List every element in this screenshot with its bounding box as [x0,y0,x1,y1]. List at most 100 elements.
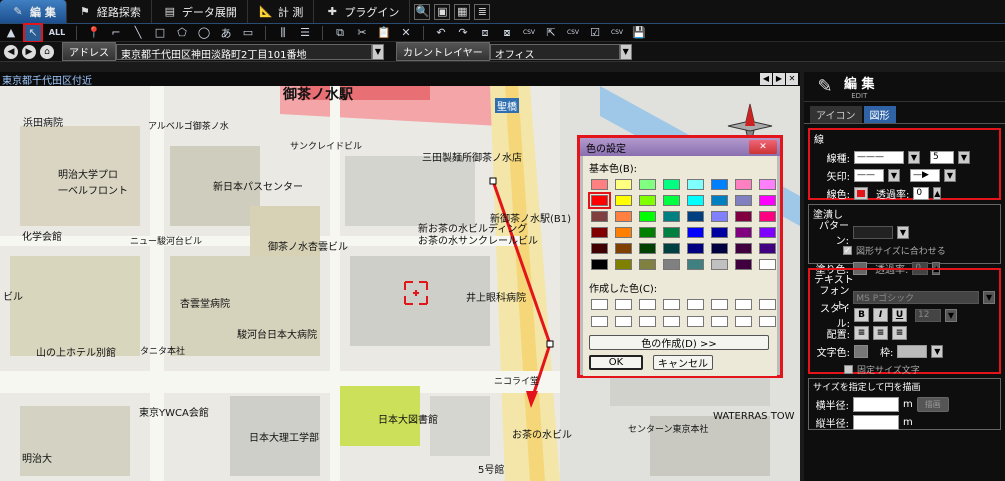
window-icon[interactable]: ▣ [434,3,451,20]
chevron-down-icon[interactable]: ▼ [945,308,957,322]
home-icon[interactable]: ⌂ [40,44,54,59]
cut-icon[interactable]: ✂ [354,25,370,41]
basic-color-swatch[interactable] [591,243,608,254]
basic-color-swatch[interactable] [663,227,680,238]
select-all-button[interactable]: ALL [47,25,67,41]
basic-color-swatch[interactable] [615,211,632,222]
basic-color-swatch[interactable] [615,195,632,206]
v-radius-input[interactable] [853,414,899,430]
line-transparency-input[interactable]: 0 [913,186,930,200]
current-layer-select[interactable]: オフィス [489,43,620,61]
basic-color-swatch[interactable] [711,179,728,190]
pin-icon[interactable]: 📍 [86,25,102,41]
chevron-down-icon[interactable]: ▼ [908,150,920,164]
align-right-icon[interactable]: ≡ [892,326,907,340]
import-csv-icon[interactable]: CSV [521,25,537,41]
cancel-button[interactable]: キャンセル [653,355,713,370]
line-color-button[interactable] [854,186,868,200]
tab-plugin[interactable]: ✚ プラグイン [314,0,411,23]
fit-checkbox[interactable]: ✓ [843,245,852,255]
send-back-icon[interactable]: ⧇ [499,25,515,41]
tab-measure[interactable]: 📐 計 測 [248,0,315,23]
fixed-size-checkbox[interactable] [844,364,853,374]
tab-icon[interactable]: アイコン [810,106,862,123]
save-icon[interactable]: 💾 [631,25,647,41]
basic-color-swatch[interactable] [711,259,728,270]
basic-color-swatch[interactable] [687,211,704,222]
polygon-icon[interactable]: ⬠ [174,25,190,41]
select-pointer-icon[interactable]: ↖ [23,22,43,43]
basic-color-swatch[interactable] [759,259,776,270]
basic-color-swatch[interactable] [591,211,608,222]
basic-color-swatch[interactable] [591,227,608,238]
underline-button[interactable]: U [892,308,907,322]
line-type-select[interactable]: ——— [854,150,904,164]
paste-icon[interactable]: 📋 [376,25,392,41]
custom-color-swatch[interactable] [615,299,632,310]
basic-color-swatch[interactable] [735,195,752,206]
basic-color-swatch[interactable] [639,259,656,270]
list-icon[interactable]: ☰ [297,25,313,41]
chevron-down-icon[interactable]: ▼ [931,344,944,358]
basic-color-swatch[interactable] [639,179,656,190]
basic-color-swatch[interactable] [711,211,728,222]
draw-button[interactable]: 描画 [916,396,949,412]
align-center-icon[interactable]: ≡ [873,326,888,340]
custom-color-swatch[interactable] [735,299,752,310]
tab-edit[interactable]: ✎ 編 集 [0,0,67,23]
custom-color-swatch[interactable] [759,299,776,310]
tab-data[interactable]: ▤ データ展開 [152,0,248,23]
basic-color-swatch[interactable] [663,195,680,206]
basic-color-swatch[interactable] [687,243,704,254]
address-input[interactable]: 東京都千代田区神田淡路町2丁目101番地 [116,43,372,61]
basic-color-swatch[interactable] [639,227,656,238]
rectangle-icon[interactable]: □ [152,25,168,41]
font-size-select[interactable]: 12 [915,308,941,322]
basic-color-swatch[interactable] [687,259,704,270]
chevron-down-icon[interactable]: ▲ [933,186,942,200]
map-prev-icon[interactable]: ◀ [760,73,772,85]
close-icon[interactable]: ✕ [749,140,777,154]
ok-button[interactable]: OK [589,355,643,370]
layers-icon[interactable]: ≣ [474,3,491,20]
chevron-down-icon[interactable]: ▼ [958,150,970,164]
layer-dropdown-icon[interactable]: ▼ [619,43,632,60]
basic-color-swatch[interactable] [759,195,776,206]
tab-route[interactable]: ⚑ 経路探索 [67,0,152,23]
italic-button[interactable]: I [873,308,888,322]
basic-color-swatch[interactable] [711,227,728,238]
basic-color-swatch[interactable] [759,211,776,222]
basic-color-swatch[interactable] [711,243,728,254]
basic-color-swatch[interactable] [663,259,680,270]
basic-color-swatch[interactable] [687,195,704,206]
basic-color-swatch[interactable] [735,259,752,270]
basic-color-swatch[interactable] [663,179,680,190]
delete-icon[interactable]: ✕ [398,25,414,41]
check-icon[interactable]: ☑ [587,25,603,41]
bold-button[interactable]: B [854,308,869,322]
custom-color-swatch[interactable] [759,316,776,327]
basic-color-swatch[interactable] [588,192,611,209]
basic-color-swatch[interactable] [735,179,752,190]
chevron-down-icon[interactable]: ▼ [944,168,956,182]
tab-shape[interactable]: 図形 [863,106,896,123]
up-arrow-icon[interactable]: ▲ [3,25,19,41]
custom-color-swatch[interactable] [663,316,680,327]
basic-color-swatch[interactable] [759,227,776,238]
arrow-end-select[interactable]: —▶ [910,168,940,182]
custom-color-swatch[interactable] [687,316,704,327]
font-select[interactable]: MS Pゴシック [853,290,980,304]
undo-icon[interactable]: ↶ [433,25,449,41]
basic-color-swatch[interactable] [615,179,632,190]
basic-color-swatch[interactable] [687,179,704,190]
line-width-select[interactable]: 5 [930,150,954,164]
custom-color-swatch[interactable] [639,299,656,310]
basic-color-swatch[interactable] [639,195,656,206]
basic-color-swatch[interactable] [591,179,608,190]
map-next-icon[interactable]: ▶ [773,73,785,85]
back-icon[interactable]: ◀ [4,44,18,59]
basic-color-swatch[interactable] [735,243,752,254]
basic-color-swatch[interactable] [639,211,656,222]
frame-select[interactable] [897,344,928,358]
stamp-icon[interactable]: ▭ [240,25,256,41]
